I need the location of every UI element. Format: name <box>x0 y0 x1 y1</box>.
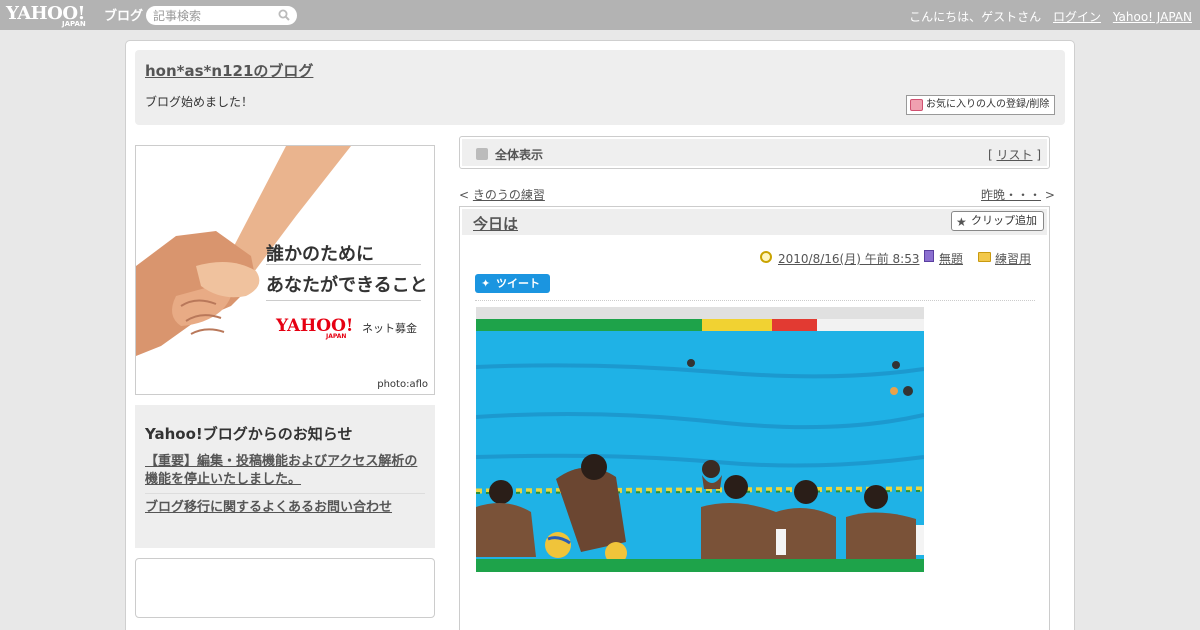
ad-yahoo-japan: JAPAN <box>326 333 347 340</box>
search-input[interactable] <box>153 8 273 23</box>
list-link[interactable]: リスト <box>996 148 1032 162</box>
ad-divider <box>266 264 421 265</box>
folder-icon <box>978 252 991 262</box>
all-view-label: 全体表示 <box>495 148 544 162</box>
ad-divider <box>266 300 421 301</box>
yahoo-japan-link[interactable]: Yahoo! JAPAN <box>1113 10 1192 24</box>
notice-link-important[interactable]: 【重要】編集・投稿機能およびアクセス解析の機能を停止いたしました。 <box>145 453 427 489</box>
ad-banner[interactable]: 誰かのために あなたができること YAHOO! JAPAN ネット募金 phot… <box>135 145 435 395</box>
category-link[interactable]: 練習用 <box>995 252 1031 266</box>
theme-wrap: 無題 <box>939 250 963 267</box>
clock-icon <box>760 251 772 263</box>
list-link-wrap: [ リスト ] <box>987 148 1041 162</box>
search-icon[interactable] <box>278 9 290 21</box>
twitter-bird-icon: ✦ <box>481 277 491 290</box>
pool-photo[interactable] <box>476 307 924 572</box>
next-post-link[interactable]: 昨晩・・・ <box>981 188 1041 202</box>
ad-service-name: ネット募金 <box>362 322 417 335</box>
top-bar: YAHOO! JAPAN ブログ こんにちは、ゲストさん ログイン Yahoo!… <box>0 0 1200 30</box>
category-wrap: 練習用 <box>995 250 1031 267</box>
theme-link[interactable]: 無題 <box>939 252 963 266</box>
user-nav: こんにちは、ゲストさん ログイン Yahoo! JAPAN <box>909 8 1192 25</box>
book-icon <box>924 250 934 262</box>
article-title[interactable]: 今日は <box>473 213 518 234</box>
tweet-button[interactable]: ✦ ツイート <box>475 274 550 293</box>
login-link[interactable]: ログイン <box>1053 10 1101 24</box>
logo-blog: ブログ <box>104 9 144 24</box>
arrow-icon <box>476 148 488 160</box>
clip-add-label: クリップ追加 <box>971 214 1037 227</box>
post-datetime-link[interactable]: 2010/8/16(月) 午前 8:53 <box>778 252 919 266</box>
greeting-text: こんにちは、ゲストさん <box>909 10 1042 24</box>
tweet-label: ツイート <box>496 277 540 290</box>
article-header: 今日は ★ クリップ追加 <box>462 209 1047 235</box>
dotted-divider <box>475 300 1035 301</box>
blog-header: hon*as*n121のブログ ブログ始めました！ お気に入りの人の登録/削除 <box>135 50 1065 125</box>
next-post-nav: 昨晩・・・ > <box>981 188 1055 202</box>
search-box <box>146 6 297 25</box>
blog-page: hon*as*n121のブログ ブログ始めました！ お気に入りの人の登録/削除 … <box>125 40 1075 630</box>
ad-copy-line1: 誰かのために <box>266 244 374 265</box>
heart-icon <box>910 99 923 111</box>
sidebar-box <box>135 558 435 618</box>
star-icon: ★ <box>956 215 967 229</box>
notice-link-faq[interactable]: ブログ移行に関するよくあるお問い合わせ <box>145 499 427 517</box>
favorite-register-button[interactable]: お気に入りの人の登録/削除 <box>906 95 1055 115</box>
favorite-register-label: お気に入りの人の登録/削除 <box>926 99 1050 110</box>
prev-post-nav: < きのうの練習 <box>459 188 545 202</box>
clip-add-button[interactable]: ★ クリップ追加 <box>951 211 1044 231</box>
ad-photo-credit: photo:aflo <box>377 379 428 390</box>
blog-title[interactable]: hon*as*n121のブログ <box>145 60 313 81</box>
prev-post-link[interactable]: きのうの練習 <box>473 188 545 202</box>
notice-divider <box>145 493 425 494</box>
all-view-bar-inner: 全体表示 [ リスト ] <box>462 139 1047 166</box>
blog-description: ブログ始めました！ <box>145 95 254 109</box>
article: 今日は ★ クリップ追加 2010/8/16(月) 午前 8:53 無題 練習用… <box>459 206 1050 630</box>
notice-box: Yahoo!ブログからのお知らせ 【重要】編集・投稿機能およびアクセス解析の機能… <box>135 405 435 548</box>
notice-heading: Yahoo!ブログからのお知らせ <box>145 425 353 443</box>
all-view-bar: 全体表示 [ リスト ] <box>459 136 1050 169</box>
ad-copy-line2: あなたができること <box>266 275 428 296</box>
logo-japan: JAPAN <box>62 20 86 28</box>
datetime-wrap: 2010/8/16(月) 午前 8:53 <box>778 250 919 267</box>
